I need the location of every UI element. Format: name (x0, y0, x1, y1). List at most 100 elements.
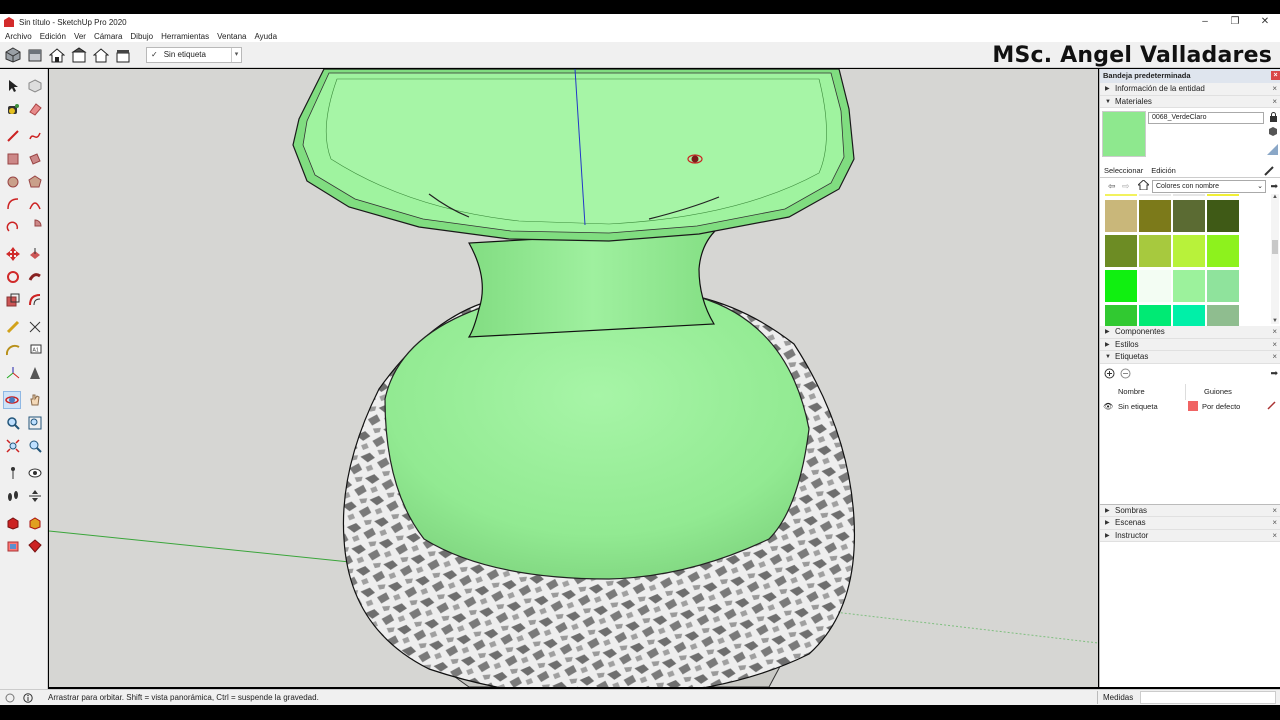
section-plane-icon[interactable] (26, 487, 44, 505)
material-swatch-cell[interactable] (1139, 270, 1171, 302)
add-tag-icon[interactable] (1104, 368, 1115, 381)
tab-edicion[interactable]: Edición (1147, 166, 1180, 175)
tab-seleccionar[interactable]: Seleccionar (1100, 166, 1148, 175)
material-name-field[interactable]: 0068_VerdeClaro (1148, 112, 1264, 124)
zoom-extents-icon[interactable] (4, 437, 22, 455)
follow-me-icon[interactable] (26, 268, 44, 286)
paint-bucket-icon[interactable] (4, 100, 22, 118)
dimension-icon[interactable] (26, 318, 44, 336)
scale-icon[interactable] (4, 291, 22, 309)
text-tool-icon[interactable]: A1 (26, 341, 44, 359)
material-swatch-cell[interactable] (1173, 194, 1205, 196)
material-swatch-cell[interactable] (1139, 194, 1171, 196)
material-swatch-cell[interactable] (1173, 200, 1205, 232)
zoom-icon[interactable] (4, 414, 22, 432)
material-swatch-cell[interactable] (1207, 194, 1239, 196)
menu-herramientas[interactable]: Herramientas (161, 32, 209, 41)
select-arrow-icon[interactable] (4, 77, 22, 95)
active-tag-dropdown[interactable]: ✓ Sin etiqueta ▾ (146, 46, 242, 63)
make-component-icon[interactable] (26, 77, 44, 95)
close-tray-icon[interactable]: × (1271, 71, 1280, 80)
swatch-scrollbar[interactable]: ▲ ▼ (1271, 194, 1279, 324)
pie-icon[interactable] (26, 217, 44, 235)
restore-button[interactable]: ❐ (1220, 14, 1250, 30)
panel-shadows[interactable]: ▶ Sombras × (1100, 504, 1280, 517)
line-pencil-icon[interactable] (4, 127, 22, 145)
close-panel-icon[interactable]: × (1272, 530, 1277, 542)
left-view-icon[interactable] (114, 46, 132, 64)
look-around-icon[interactable] (26, 464, 44, 482)
panel-styles[interactable]: ▶ Estilos × (1100, 338, 1280, 351)
material-swatch[interactable] (1102, 111, 1146, 157)
close-panel-icon[interactable]: × (1272, 83, 1277, 95)
zoom-window-icon[interactable] (26, 414, 44, 432)
material-swatch-cell[interactable] (1139, 200, 1171, 232)
close-button[interactable]: ✕ (1250, 14, 1280, 30)
panel-materials[interactable]: ▼ Materiales × (1100, 95, 1280, 108)
rectangle-icon[interactable] (4, 150, 22, 168)
menu-ventana[interactable]: Ventana (217, 32, 246, 41)
rotate-icon[interactable] (4, 268, 22, 286)
close-panel-icon[interactable]: × (1272, 517, 1277, 529)
pencil-icon[interactable] (1267, 400, 1276, 412)
material-swatch-cell[interactable] (1139, 305, 1171, 326)
back-view-icon[interactable] (92, 46, 110, 64)
menu-archivo[interactable]: Archivo (5, 32, 32, 41)
details-arrow-icon[interactable]: ➡ (1270, 368, 1278, 379)
axes-icon[interactable] (4, 364, 22, 382)
material-swatch-cell[interactable] (1173, 235, 1205, 267)
protractor-icon[interactable] (4, 341, 22, 359)
create-material-icon[interactable] (1268, 126, 1278, 138)
sample-paint-icon[interactable] (1260, 166, 1278, 178)
extension-warehouse-icon[interactable] (26, 514, 44, 532)
menu-camara[interactable]: Cámara (94, 32, 122, 41)
material-swatch-cell[interactable] (1173, 305, 1205, 326)
menu-ayuda[interactable]: Ayuda (254, 32, 277, 41)
previous-view-icon[interactable] (26, 437, 44, 455)
material-swatch-cell[interactable] (1207, 270, 1239, 302)
material-swatch-cell[interactable] (1105, 200, 1137, 232)
right-view-icon[interactable] (70, 46, 88, 64)
three-point-arc-icon[interactable] (4, 217, 22, 235)
material-swatch-cell[interactable] (1207, 200, 1239, 232)
material-library-dropdown[interactable]: Colores con nombre ⌄ (1152, 180, 1266, 193)
arc-icon[interactable] (4, 195, 22, 213)
offset-icon[interactable] (26, 291, 44, 309)
details-arrow-icon[interactable]: ➡ (1270, 181, 1278, 192)
move-icon[interactable] (4, 245, 22, 263)
material-lock-icon[interactable] (1269, 112, 1278, 124)
forward-arrow-icon[interactable]: ⇨ (1122, 181, 1130, 192)
material-swatch-cell[interactable] (1207, 235, 1239, 267)
tape-measure-icon[interactable] (4, 318, 22, 336)
model-view[interactable] (49, 69, 1098, 687)
panel-instructor[interactable]: ▶ Instructor × (1100, 529, 1280, 542)
panel-tags[interactable]: ▼ Etiquetas × (1100, 351, 1280, 364)
material-swatch-cell[interactable] (1105, 305, 1137, 326)
material-swatch-cell[interactable] (1139, 235, 1171, 267)
menu-edicion[interactable]: Edición (40, 32, 66, 41)
layout-icon[interactable] (4, 537, 22, 555)
material-swatch-cell[interactable] (1105, 270, 1137, 302)
material-swatch-cell[interactable] (1207, 305, 1239, 326)
panel-entity-info[interactable]: ▶ Información de la entidad × (1100, 83, 1280, 96)
pan-hand-icon[interactable] (26, 391, 44, 409)
walk-icon[interactable] (4, 487, 22, 505)
scroll-up-icon[interactable]: ▲ (1272, 194, 1278, 200)
measurements-field[interactable] (1140, 691, 1276, 704)
eraser-icon[interactable] (26, 100, 44, 118)
material-swatch-cell[interactable] (1105, 194, 1137, 196)
menu-ver[interactable]: Ver (74, 32, 86, 41)
scroll-down-icon[interactable]: ▼ (1272, 318, 1278, 324)
scroll-thumb[interactable] (1272, 240, 1278, 254)
front-view-icon[interactable] (48, 46, 66, 64)
minimize-button[interactable]: – (1190, 14, 1220, 30)
material-swatch-cell[interactable] (1173, 270, 1205, 302)
top-view-icon[interactable] (26, 46, 44, 64)
delete-tag-icon[interactable] (1120, 368, 1131, 381)
close-panel-icon[interactable]: × (1272, 351, 1277, 363)
freehand-icon[interactable] (26, 127, 44, 145)
polygon-icon[interactable] (26, 173, 44, 191)
panel-scenes[interactable]: ▶ Escenas × (1100, 517, 1280, 530)
default-material-icon[interactable] (1267, 144, 1278, 157)
menu-dibujo[interactable]: Dibujo (130, 32, 153, 41)
